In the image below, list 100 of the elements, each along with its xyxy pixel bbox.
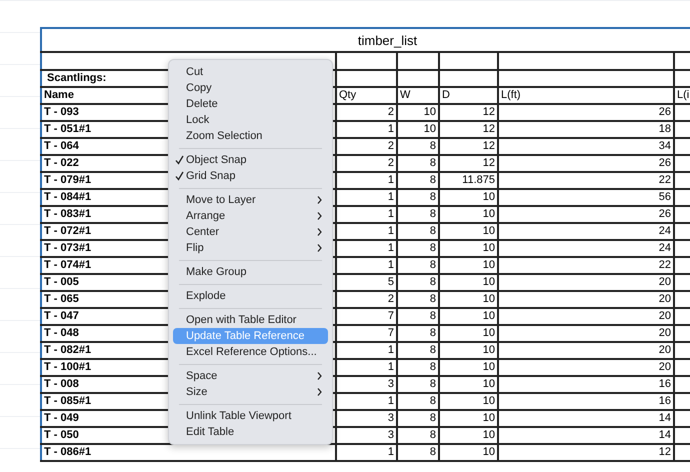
table-cell: 1 (336, 121, 397, 138)
table-cell: 8 (397, 291, 439, 308)
table-cell: 1 (336, 359, 397, 376)
table-cell: 20 (498, 291, 674, 308)
table-cell: 1 (336, 240, 397, 257)
table-cell: 8 (397, 342, 439, 359)
table-cell: 24 (498, 223, 674, 240)
table-cell: 3 (336, 376, 397, 393)
table-cell: 8 (397, 444, 439, 461)
menu-item[interactable]: Excel Reference Options... (173, 344, 328, 360)
table-cell: 1 (336, 444, 397, 461)
table-cell: 1 (336, 206, 397, 223)
table-cell: 8 (397, 257, 439, 274)
table-cell: 26 (498, 104, 674, 121)
table-cell: 8 (397, 427, 439, 444)
table-cell: 2 (336, 155, 397, 172)
table-cell: 12 (498, 444, 674, 461)
table-cell: 24 (498, 240, 674, 257)
table-cell: 2 (336, 291, 397, 308)
table-cell: 20 (498, 308, 674, 325)
table-cell: 20 (498, 274, 674, 291)
table-cell: 10 (439, 393, 498, 410)
table-cell: 10 (439, 240, 498, 257)
table-cell: 10 (439, 410, 498, 427)
table-cell: 1 (336, 342, 397, 359)
table-cell: 10 (439, 308, 498, 325)
table-cell: 10 (439, 206, 498, 223)
table-cell: 8 (397, 138, 439, 155)
column-header: W (397, 87, 439, 104)
table-cell: 8 (397, 376, 439, 393)
table-cell: 8 (397, 308, 439, 325)
table-cell: 10 (439, 257, 498, 274)
table-cell: 1 (336, 393, 397, 410)
table-cell: 8 (397, 172, 439, 189)
menu-item[interactable]: Move to Layer (173, 192, 328, 208)
table-cell: 3 (336, 427, 397, 444)
table-cell: 22 (498, 172, 674, 189)
table-cell: 7 (336, 325, 397, 342)
table-cell: 8 (397, 393, 439, 410)
menu-item[interactable]: Explode (173, 288, 328, 304)
table-cell: 10 (397, 104, 439, 121)
table-cell: 10 (439, 444, 498, 461)
table-cell: 11.875 (439, 172, 498, 189)
table-cell: 8 (397, 223, 439, 240)
menu-item[interactable]: Edit Table (173, 424, 328, 440)
menu-item[interactable]: Object Snap (173, 152, 328, 168)
table-cell: 26 (498, 155, 674, 172)
menu-item[interactable]: Arrange (173, 208, 328, 224)
table-cell: 1 (336, 257, 397, 274)
table-cell: 14 (498, 427, 674, 444)
table-cell: 10 (439, 342, 498, 359)
table-cell: 8 (397, 206, 439, 223)
table-cell: 8 (397, 189, 439, 206)
table-cell: 1 (336, 172, 397, 189)
table-cell: 12 (439, 138, 498, 155)
table-cell: 16 (498, 376, 674, 393)
table-cell: 8 (397, 240, 439, 257)
column-header: L(ft) (498, 87, 674, 104)
table-cell: 10 (439, 223, 498, 240)
column-header: D (439, 87, 498, 104)
table-cell: 10 (439, 359, 498, 376)
table-cell: 1 (336, 189, 397, 206)
column-header: Qty (336, 87, 397, 104)
table-cell: 10 (439, 427, 498, 444)
table-cell: 20 (498, 359, 674, 376)
table-cell: 18 (498, 121, 674, 138)
table-cell: 10 (439, 291, 498, 308)
table-cell: 20 (498, 342, 674, 359)
table-cell: 16 (498, 393, 674, 410)
table-cell: 34 (498, 138, 674, 155)
table-cell: 20 (498, 325, 674, 342)
table-cell: 2 (336, 138, 397, 155)
table-cell: 56 (498, 189, 674, 206)
table-cell: 8 (397, 410, 439, 427)
table-title: timber_list (41, 28, 690, 52)
table-cell: 8 (397, 359, 439, 376)
column-header: L(i (674, 87, 690, 104)
table-cell: 10 (397, 121, 439, 138)
table-cell: 12 (439, 104, 498, 121)
table-cell: 3 (336, 410, 397, 427)
table-cell: 5 (336, 274, 397, 291)
table-cell: 8 (397, 155, 439, 172)
table-cell: 1 (336, 223, 397, 240)
menu-item[interactable]: Flip (173, 240, 328, 256)
table-cell: 10 (439, 274, 498, 291)
table-cell: 10 (439, 325, 498, 342)
table-cell: 22 (498, 257, 674, 274)
table-cell: 10 (439, 376, 498, 393)
table-cell: 7 (336, 308, 397, 325)
menu-item[interactable]: Unlink Table Viewport (173, 408, 328, 424)
table-cell: 10 (439, 189, 498, 206)
table-cell: 8 (397, 325, 439, 342)
menu-item[interactable]: Open with Table Editor (173, 312, 328, 328)
table-cell: 8 (397, 274, 439, 291)
table-cell: 14 (498, 410, 674, 427)
table-cell: 12 (439, 155, 498, 172)
table-cell: 26 (498, 206, 674, 223)
table-cell: 2 (336, 104, 397, 121)
menu-item[interactable]: Center (173, 224, 328, 240)
table-cell: 12 (439, 121, 498, 138)
